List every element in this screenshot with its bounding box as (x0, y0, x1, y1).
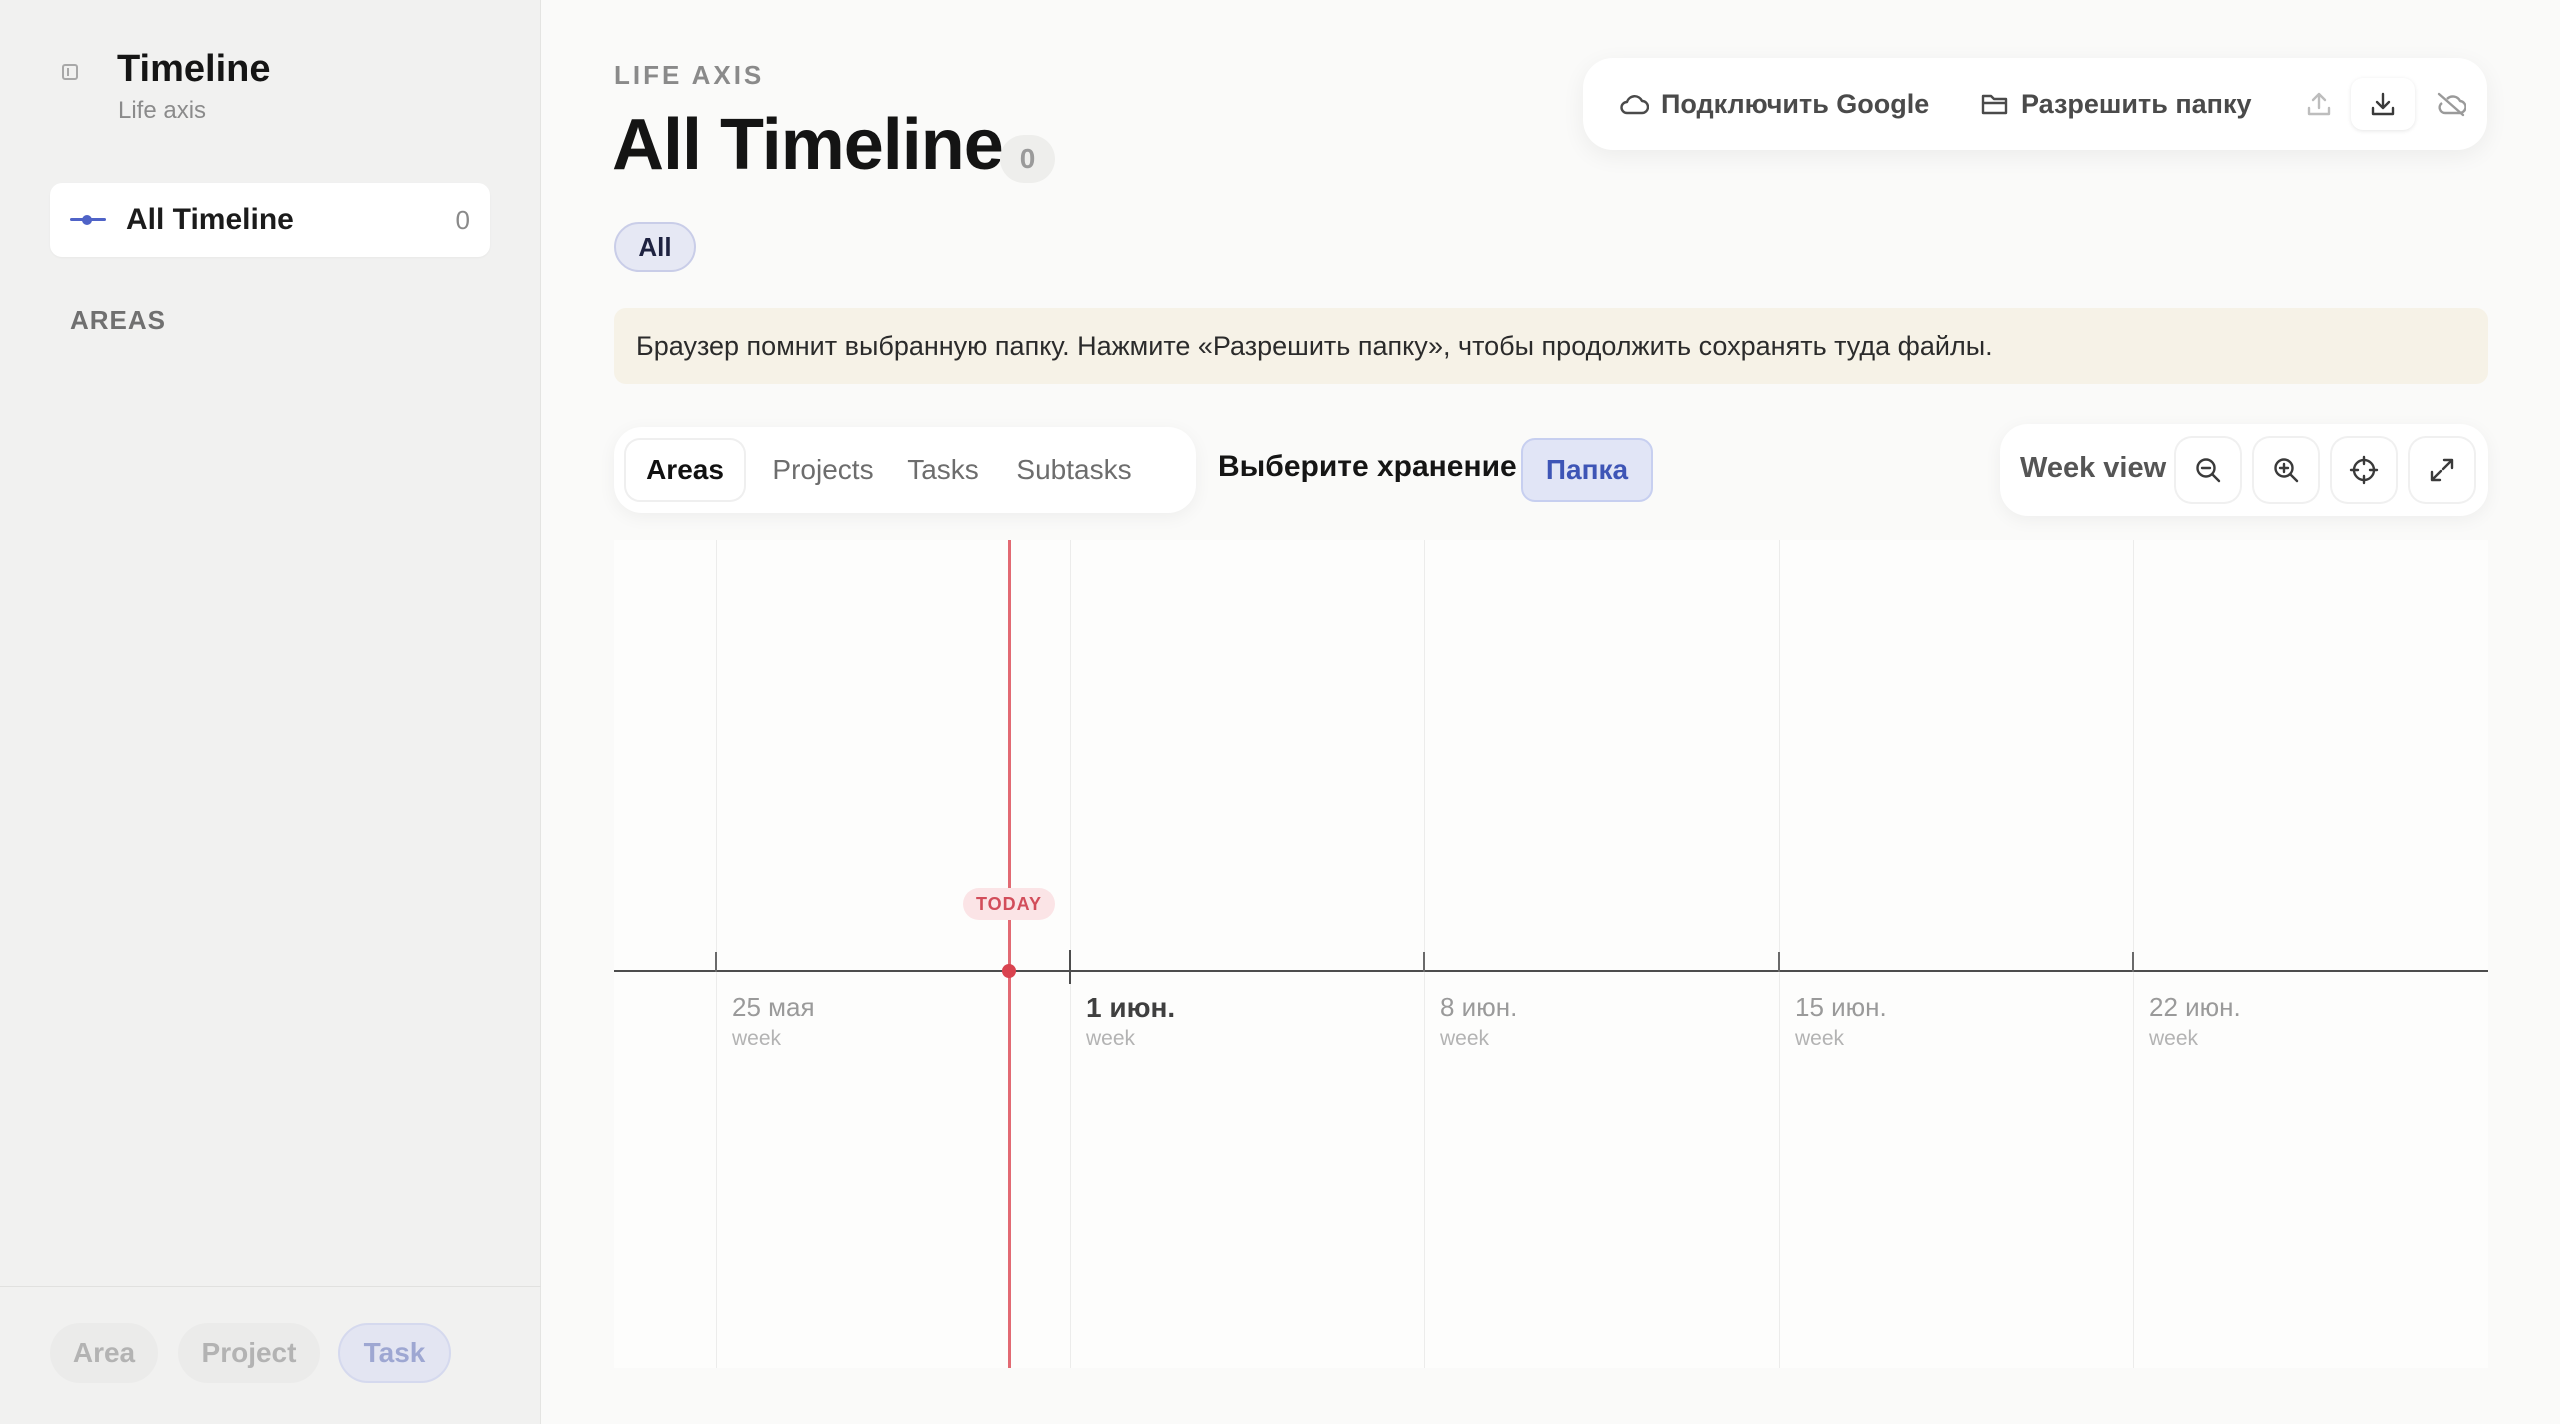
jump-to-today-button[interactable] (2332, 438, 2396, 502)
today-badge: TODAY (963, 888, 1055, 920)
expand-icon (2430, 458, 2454, 482)
page-title: All Timeline (612, 105, 1004, 185)
cloud-icon (1620, 95, 1649, 115)
sidebar-footer: Area Project Task (0, 1286, 541, 1424)
tab-tasks[interactable]: Tasks (899, 440, 987, 500)
timeline-canvas[interactable]: 25 мая week 1 июн. week 8 июн. week 15 и… (614, 540, 2488, 1368)
week-label: 22 июн. (2149, 992, 2241, 1022)
week-sublabel: week (2149, 1027, 2199, 1050)
today-marker-dot (1002, 964, 1016, 978)
add-task-chip[interactable]: Task (338, 1323, 451, 1383)
week-sublabel: week (1440, 1027, 1490, 1050)
top-actions-bar: Подключить Google Разрешить папку (1583, 58, 2487, 150)
areas-section-heading: AREAS (70, 305, 167, 335)
download-button[interactable] (2351, 78, 2415, 130)
week-label: 25 мая (732, 992, 815, 1022)
tab-areas[interactable]: Areas (626, 440, 744, 500)
connect-google-button[interactable]: Подключить Google (1619, 80, 1929, 128)
axis-tick (2132, 952, 2134, 972)
sidebar: Timeline Life axis All Timeline 0 AREAS … (0, 0, 541, 1424)
filter-chip-all[interactable]: All (614, 222, 696, 272)
app-subtitle: Life axis (118, 97, 207, 124)
zoom-out-button[interactable] (2176, 438, 2240, 502)
view-controls: Week view (2000, 424, 2488, 516)
app-title: Timeline (117, 48, 271, 90)
add-project-chip[interactable]: Project (178, 1323, 320, 1383)
sidebar-toggle-icon[interactable] (62, 64, 78, 80)
zoom-out-icon (2196, 458, 2221, 483)
axis-tick (1423, 952, 1425, 972)
week-sublabel: week (1795, 1027, 1845, 1050)
storage-folder-button[interactable]: Папка (1521, 438, 1653, 502)
folder-permission-notice: Браузер помнит выбранную папку. Нажмите … (614, 308, 2488, 384)
disconnect-cloud-button[interactable] (2419, 78, 2483, 130)
folder-icon (1981, 94, 2008, 115)
tab-subtasks[interactable]: Subtasks (1006, 440, 1142, 500)
sidebar-item-label: All Timeline (126, 203, 294, 236)
sidebar-item-all-timeline[interactable]: All Timeline 0 (50, 183, 490, 257)
upload-icon (2307, 92, 2331, 116)
view-mode-label[interactable]: Week view (2020, 452, 2166, 485)
upload-button[interactable] (2287, 78, 2351, 130)
week-sublabel: week (1086, 1027, 1136, 1050)
download-icon (2371, 92, 2395, 116)
week-label: 15 июн. (1795, 992, 1887, 1022)
add-area-chip[interactable]: Area (50, 1323, 158, 1383)
page-eyebrow: LIFE AXIS (614, 60, 765, 90)
item-count-badge: 0 (1000, 135, 1055, 183)
axis-tick-current (1069, 950, 1071, 984)
week-label-current: 1 июн. (1086, 992, 1176, 1023)
time-axis (614, 970, 2488, 972)
zoom-in-icon (2274, 458, 2299, 483)
axis-tick (715, 952, 717, 972)
crosshair-icon (2349, 455, 2379, 485)
sidebar-item-count: 0 (455, 205, 470, 235)
timeline-icon (70, 214, 106, 225)
fullscreen-button[interactable] (2410, 438, 2474, 502)
week-label: 8 июн. (1440, 992, 1518, 1022)
week-sublabel: week (732, 1027, 782, 1050)
storage-label: Выберите хранение (1218, 450, 1517, 483)
cloud-off-icon (2437, 92, 2466, 117)
tab-projects[interactable]: Projects (764, 440, 882, 500)
connect-google-label: Подключить Google (1661, 88, 1930, 119)
axis-tick (1778, 952, 1780, 972)
zoom-in-button[interactable] (2254, 438, 2318, 502)
level-tabs: Areas Projects Tasks Subtasks (614, 427, 1196, 513)
allow-folder-label: Разрешить папку (2021, 88, 2252, 119)
allow-folder-button[interactable]: Разрешить папку (1981, 80, 2252, 128)
today-marker-line (1008, 540, 1011, 1368)
